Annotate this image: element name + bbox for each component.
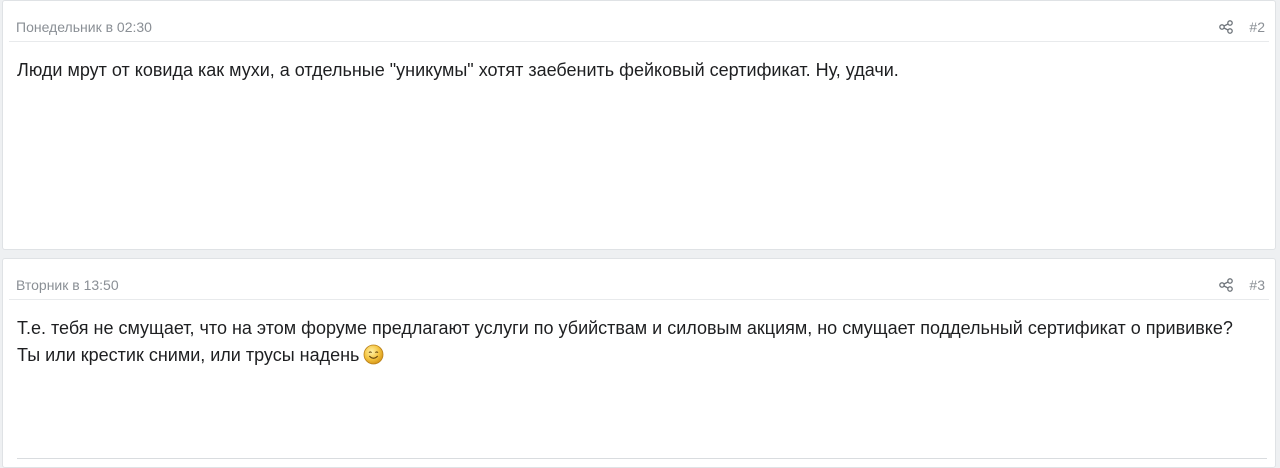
post-text-line-with-emoji: Ты или крестик сними, или трусы надень — [17, 342, 1261, 369]
forum-post: Понедельник в 02:30 #2 Люди мрут от кови… — [2, 0, 1276, 250]
post-message: Т.е. тебя не смущает, что на этом форуме… — [3, 300, 1275, 369]
share-icon[interactable] — [1219, 278, 1234, 292]
post-text-line: Люди мрут от ковида как мухи, а отдельны… — [17, 60, 899, 80]
post-number-link[interactable]: #3 — [1249, 276, 1265, 294]
post-tools: #2 — [1219, 18, 1265, 36]
post-message: Люди мрут от ковида как мухи, а отдельны… — [3, 42, 1275, 84]
post-header: Понедельник в 02:30 #2 — [9, 1, 1269, 42]
smile-emoji-icon — [363, 344, 384, 365]
post-header: Вторник в 13:50 #3 — [9, 259, 1269, 300]
share-icon[interactable] — [1219, 20, 1234, 34]
post-text-line: Ты или крестик сними, или трусы надень — [17, 345, 360, 365]
post-text-line: Т.е. тебя не смущает, что на этом форуме… — [17, 318, 1233, 338]
forum-post: Вторник в 13:50 #3 Т.е. тебя не смущает,… — [2, 258, 1276, 468]
post-date-link[interactable]: Вторник в 13:50 — [16, 276, 119, 294]
post-date-link[interactable]: Понедельник в 02:30 — [16, 18, 152, 36]
post-footer-divider — [17, 458, 1267, 459]
post-number-link[interactable]: #2 — [1249, 18, 1265, 36]
post-tools: #3 — [1219, 276, 1265, 294]
